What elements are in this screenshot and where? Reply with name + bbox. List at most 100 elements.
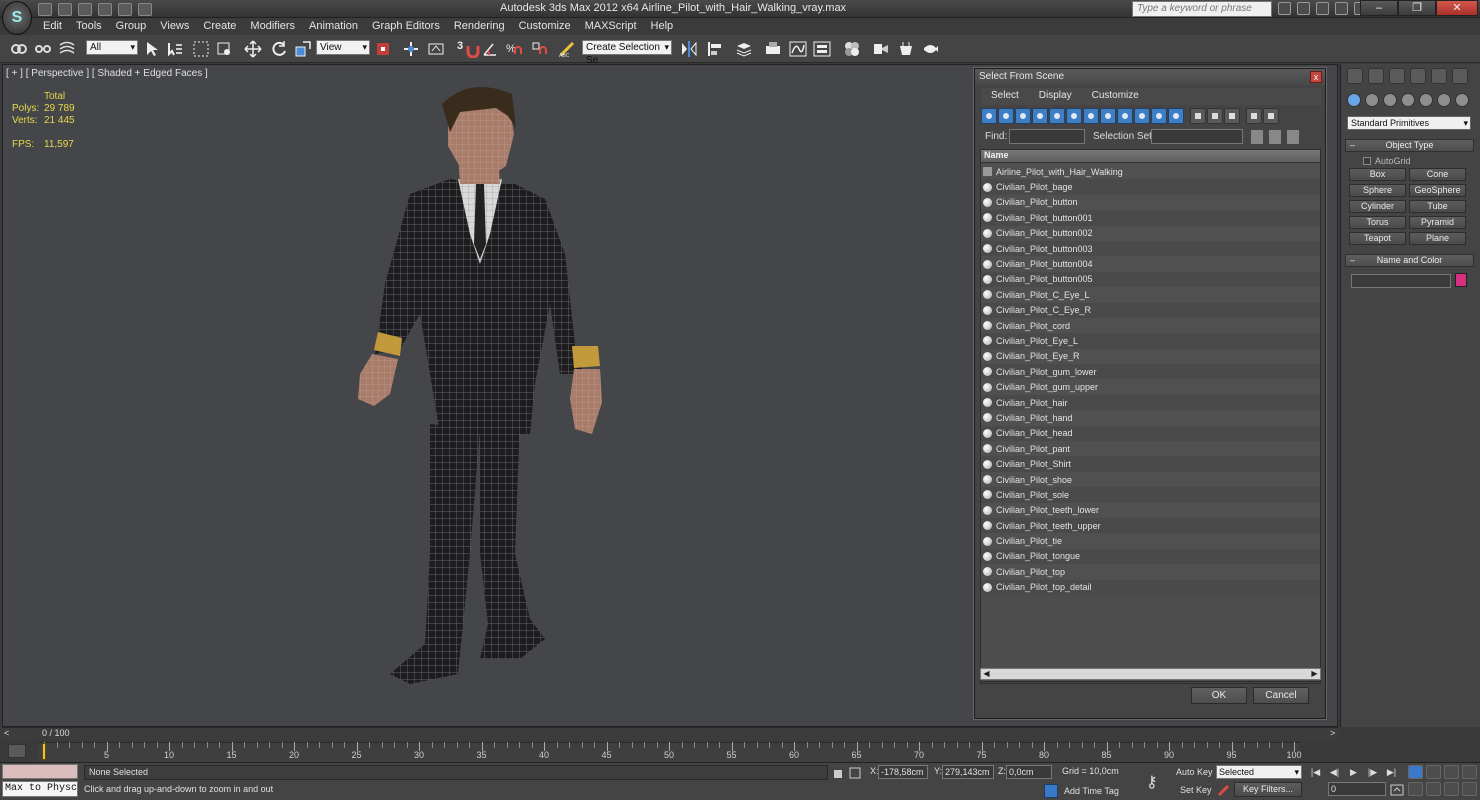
absolute-mode-icon[interactable] — [849, 767, 861, 779]
render-production-icon[interactable] — [922, 40, 940, 58]
minimize-button[interactable]: – — [1360, 0, 1398, 16]
reference-coordinate-dropdown[interactable]: View — [316, 40, 370, 55]
z-coordinate-field[interactable]: 0,0cm — [1006, 765, 1052, 779]
teapot-button[interactable]: Teapot — [1349, 232, 1406, 245]
menu-help[interactable]: Help — [644, 18, 681, 35]
move-icon[interactable] — [244, 40, 262, 58]
snaps-toggle[interactable]: 3 — [457, 40, 463, 52]
pan-view-icon[interactable] — [1426, 782, 1441, 796]
cameras-category-icon[interactable] — [1401, 93, 1415, 107]
cone-button[interactable]: Cone — [1409, 168, 1466, 181]
angle-snap-icon[interactable] — [481, 40, 499, 58]
menu-animation[interactable]: Animation — [302, 18, 365, 35]
list-item[interactable]: Civilian_Pilot_pant — [981, 441, 1320, 457]
pyramid-button[interactable]: Pyramid — [1409, 216, 1466, 229]
motion-tab-icon[interactable] — [1410, 68, 1426, 84]
edit-selection-set-icon[interactable] — [1287, 130, 1299, 144]
rotate-icon[interactable] — [270, 40, 288, 58]
list-item[interactable]: Civilian_Pilot_C_Eye_R — [981, 302, 1320, 318]
display-tab-icon[interactable] — [1431, 68, 1447, 84]
list-item[interactable]: Civilian_Pilot_shoe — [981, 471, 1320, 488]
menu-views[interactable]: Views — [153, 18, 196, 35]
play-icon[interactable]: ▶ — [1346, 765, 1361, 779]
list-item[interactable]: Civilian_Pilot_Shirt — [981, 456, 1320, 472]
list-item[interactable]: Airline_Pilot_with_Hair_Walking — [981, 164, 1320, 180]
add-time-tag-button[interactable]: Add Time Tag — [1064, 786, 1119, 796]
object-name-input[interactable] — [1351, 274, 1451, 288]
rectangular-selection-icon[interactable] — [192, 40, 210, 58]
favorites-star-icon[interactable] — [1335, 2, 1348, 15]
time-slider-thumb[interactable] — [42, 743, 46, 760]
list-item[interactable]: Civilian_Pilot_bage — [981, 179, 1320, 195]
list-item[interactable]: Civilian_Pilot_sole — [981, 487, 1320, 503]
filter-geometry-icon[interactable] — [981, 108, 997, 124]
select-object-icon[interactable] — [143, 40, 161, 58]
field-of-view-icon[interactable] — [1408, 782, 1423, 796]
list-item[interactable]: Civilian_Pilot_button — [981, 194, 1320, 211]
time-slider[interactable] — [2, 727, 1338, 740]
filter-cameras-icon[interactable] — [1032, 108, 1048, 124]
key-filter-pencil-icon[interactable] — [1217, 783, 1231, 797]
key-filters-button[interactable]: Key Filters... — [1234, 782, 1302, 797]
list-item[interactable]: Civilian_Pilot_gum_lower — [981, 364, 1320, 380]
spinner-snap-icon[interactable] — [530, 40, 548, 58]
unlink-icon[interactable] — [34, 40, 52, 58]
graphite-ribbon-icon[interactable] — [764, 40, 782, 58]
object-color-swatch[interactable] — [1455, 273, 1467, 287]
menu-group[interactable]: Group — [109, 18, 154, 35]
object-type-rollout[interactable]: – Object Type — [1345, 139, 1474, 152]
list-item[interactable]: Civilian_Pilot_button002 — [981, 225, 1320, 241]
list-item[interactable]: Civilian_Pilot_teeth_upper — [981, 517, 1320, 534]
list-item[interactable]: Civilian_Pilot_teeth_lower — [981, 502, 1320, 518]
zoom-extents-all-icon[interactable] — [1462, 765, 1477, 779]
y-coordinate-field[interactable]: 279,143cm — [942, 765, 994, 779]
schematic-view-icon[interactable] — [813, 40, 831, 58]
set-key-button[interactable]: Set Key — [1180, 785, 1212, 795]
filter-options-icon[interactable] — [1263, 108, 1279, 124]
horizontal-scrollbar[interactable]: ◀ ▶ — [980, 668, 1321, 680]
current-frame-field[interactable]: 0 — [1328, 782, 1386, 796]
scene-object-list[interactable]: Name Airline_Pilot_with_Hair_Walking Civi… — [980, 149, 1321, 682]
name-and-color-rollout[interactable]: – Name and Color — [1345, 254, 1474, 267]
find-input[interactable] — [1009, 129, 1085, 144]
filter-shapes-icon[interactable] — [998, 108, 1014, 124]
open-file-icon[interactable] — [58, 2, 72, 16]
lights-category-icon[interactable] — [1383, 93, 1397, 107]
new-file-icon[interactable] — [38, 2, 52, 16]
pilot-wireframe-model[interactable] — [330, 84, 630, 704]
dialog-menu-customize[interactable]: Customize — [1082, 88, 1149, 105]
x-coordinate-field[interactable]: -178,58cm — [878, 765, 928, 779]
column-header-name[interactable]: Name — [981, 150, 1320, 163]
go-to-end-icon[interactable]: ▶| — [1384, 765, 1399, 779]
save-file-icon[interactable] — [78, 2, 92, 16]
filter-helpers-icon[interactable] — [1049, 108, 1065, 124]
maxscript-listener-output[interactable] — [2, 764, 78, 779]
torus-button[interactable]: Torus — [1349, 216, 1406, 229]
filter-bones-icon[interactable] — [1117, 108, 1133, 124]
close-window-button[interactable]: ✕ — [1436, 0, 1478, 16]
undo-icon[interactable] — [98, 2, 112, 16]
list-item[interactable]: Civilian_Pilot_button001 — [981, 210, 1320, 226]
cancel-button[interactable]: Cancel — [1253, 687, 1309, 704]
selection-set-dropdown[interactable] — [1151, 129, 1243, 144]
window-crossing-icon[interactable] — [215, 40, 233, 58]
select-none-icon[interactable] — [1207, 108, 1223, 124]
menu-create[interactable]: Create — [196, 18, 243, 35]
geosphere-button[interactable]: GeoSphere — [1409, 184, 1466, 197]
list-item[interactable]: Civilian_Pilot_hair — [981, 394, 1320, 411]
modify-tab-icon[interactable] — [1368, 68, 1384, 84]
systems-category-icon[interactable] — [1455, 93, 1469, 107]
add-selection-set-icon[interactable] — [1251, 130, 1263, 144]
select-by-name-icon[interactable] — [166, 40, 184, 58]
plane-button[interactable]: Plane — [1409, 232, 1466, 245]
redo-icon[interactable] — [118, 2, 132, 16]
maxscript-mini-listener[interactable]: Max to Physc — [2, 781, 78, 797]
restore-button[interactable]: ❐ — [1398, 0, 1436, 16]
list-item[interactable]: Civilian_Pilot_top_detail — [981, 579, 1320, 595]
align-icon[interactable] — [706, 40, 724, 58]
list-item[interactable]: Civilian_Pilot_cord — [981, 317, 1320, 334]
select-invert-icon[interactable] — [1224, 108, 1240, 124]
filter-xrefs-icon[interactable] — [1100, 108, 1116, 124]
cylinder-button[interactable]: Cylinder — [1349, 200, 1406, 213]
time-tag-icon[interactable] — [1044, 784, 1058, 798]
